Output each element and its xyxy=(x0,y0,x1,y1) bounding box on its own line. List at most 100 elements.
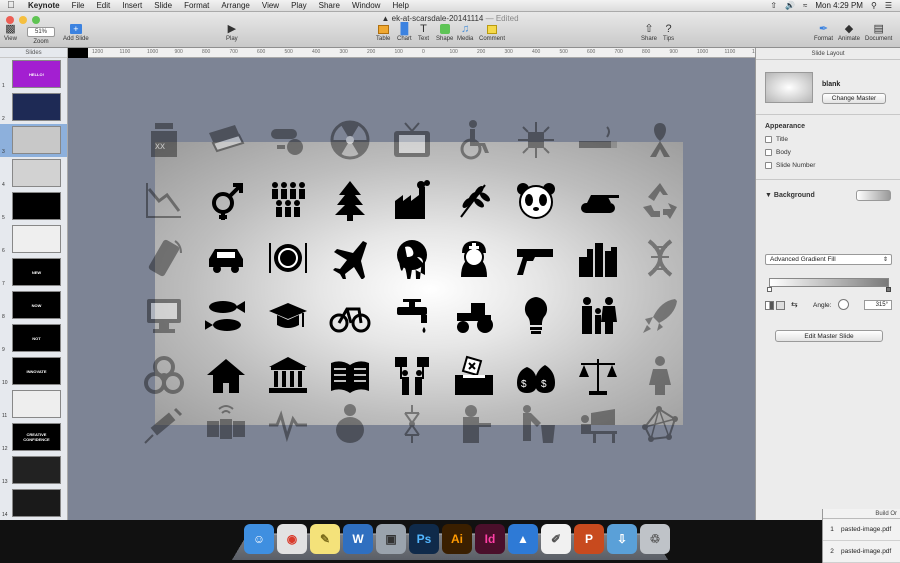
slide-thumbnail[interactable]: HELLO! xyxy=(12,60,61,88)
apple-menu-icon[interactable]:  xyxy=(0,0,22,11)
slide-thumbnail-row[interactable]: 9 NOT xyxy=(0,322,67,355)
circuit-chip-icon[interactable] xyxy=(514,118,558,162)
slide-thumbnail[interactable] xyxy=(12,489,61,517)
edit-master-slide-button[interactable]: Edit Master Slide xyxy=(775,330,883,342)
dock-powerpoint-icon[interactable]: P xyxy=(574,524,604,554)
slide-number-checkbox[interactable]: Slide Number xyxy=(765,162,815,169)
menu-slide[interactable]: Slide xyxy=(148,0,178,12)
airplane-icon[interactable] xyxy=(328,236,372,280)
zoom-control[interactable]: 51% Zoom xyxy=(27,25,55,45)
tips-button[interactable]: ? Tips xyxy=(663,22,674,42)
list-icon[interactable]: ☰ xyxy=(885,1,892,10)
angle-input[interactable]: 315° xyxy=(864,300,892,310)
desk-worker-icon[interactable] xyxy=(576,402,620,446)
computer-icon[interactable] xyxy=(142,294,186,338)
slide-thumbnail[interactable] xyxy=(12,93,61,121)
background-heading[interactable]: ▼ Background xyxy=(765,192,815,199)
play-button[interactable]: ▶ Play xyxy=(226,22,238,42)
slide-thumbnail[interactable]: NOT xyxy=(12,324,61,352)
gradient-flip-icon[interactable] xyxy=(776,301,785,310)
dock-downloads-icon[interactable]: ⇩ xyxy=(607,524,637,554)
body-checkbox[interactable]: Body xyxy=(765,149,791,156)
tank-icon[interactable] xyxy=(576,178,620,222)
money-bags-icon[interactable]: $ $ xyxy=(514,354,558,398)
menu-insert[interactable]: Insert xyxy=(116,0,148,12)
slide-thumbnail[interactable] xyxy=(12,456,61,484)
faucet-icon[interactable] xyxy=(390,294,434,338)
newspaper-icon[interactable] xyxy=(204,118,248,162)
protest-icon[interactable] xyxy=(390,354,434,398)
melting-earth-icon[interactable] xyxy=(390,236,434,280)
slide-thumbnail[interactable] xyxy=(12,192,61,220)
heartbeat-icon[interactable] xyxy=(266,402,310,446)
share-button[interactable]: ⇧ Share xyxy=(641,22,657,42)
menu-help[interactable]: Help xyxy=(386,0,414,12)
family-icon[interactable] xyxy=(576,294,620,338)
layout-thumbnail[interactable] xyxy=(765,72,813,103)
zoom-value[interactable]: 51% xyxy=(27,27,55,37)
change-master-button[interactable]: Change Master xyxy=(822,93,886,104)
gender-icon[interactable] xyxy=(204,178,248,222)
slide-thumbnail-row[interactable]: 1 HELLO! xyxy=(0,58,67,91)
text-button[interactable]: T Text xyxy=(418,22,429,42)
panda-icon[interactable] xyxy=(514,178,558,222)
slide-thumbnail-row[interactable]: 7 NEW xyxy=(0,256,67,289)
dock-finder-icon[interactable]: ☺ xyxy=(244,524,274,554)
checkbox-box[interactable] xyxy=(765,136,772,143)
add-slide-button[interactable]: + Add Slide xyxy=(63,22,89,42)
menu-view[interactable]: View xyxy=(256,0,285,12)
search-icon[interactable]: ⚲ xyxy=(871,1,877,10)
angle-dial[interactable] xyxy=(838,299,849,310)
dock-textedit-icon[interactable]: ✐ xyxy=(541,524,571,554)
background-color-well[interactable] xyxy=(856,190,891,201)
rocket-icon[interactable] xyxy=(638,294,682,338)
pills-icon[interactable] xyxy=(266,118,310,162)
graduation-cap-icon[interactable] xyxy=(266,294,310,338)
wheat-icon[interactable] xyxy=(452,178,496,222)
wheelchair-icon[interactable] xyxy=(452,118,496,162)
scales-icon[interactable] xyxy=(576,354,620,398)
menu-window[interactable]: Window xyxy=(346,0,386,12)
dock-indesign-icon[interactable]: Id xyxy=(475,524,505,554)
lightbulb-icon[interactable] xyxy=(514,294,558,338)
recycle-icon[interactable] xyxy=(638,178,682,222)
dock-illustrator-icon[interactable]: Ai xyxy=(442,524,472,554)
slide-thumbnail-row[interactable]: 14 xyxy=(0,487,67,520)
gradient-slider[interactable] xyxy=(769,278,889,287)
dna-icon[interactable] xyxy=(638,236,682,280)
slide-thumbnail-row[interactable]: 11 xyxy=(0,388,67,421)
slide-thumbnail[interactable] xyxy=(12,126,61,154)
cigarette-icon[interactable] xyxy=(576,118,620,162)
animate-button[interactable]: ◆ Animate xyxy=(838,22,860,42)
book-icon[interactable] xyxy=(328,354,372,398)
slide-thumbnail-row[interactable]: 10 INNOVATE xyxy=(0,355,67,388)
table-button[interactable]: Table xyxy=(376,22,390,42)
dock-trash-icon[interactable]: ♲ xyxy=(640,524,670,554)
menu-app-name[interactable]: Keynote xyxy=(22,0,66,12)
crowd-icon[interactable] xyxy=(266,178,310,222)
wifi-icon[interactable]: ≈ xyxy=(803,1,807,10)
worker-icon[interactable] xyxy=(452,402,496,446)
dock-keynote-icon[interactable]: ▲ xyxy=(508,524,538,554)
checkbox-box[interactable] xyxy=(765,149,772,156)
slide-thumbnail[interactable]: CREATIVE CONFIDENCE xyxy=(12,423,61,451)
slide-thumbnail-row[interactable]: 6 xyxy=(0,223,67,256)
dock-stickies-icon[interactable]: ✎ xyxy=(310,524,340,554)
slide-thumbnail[interactable] xyxy=(12,225,61,253)
menu-share[interactable]: Share xyxy=(313,0,346,12)
comment-button[interactable]: Comment xyxy=(479,22,505,42)
bicycle-icon[interactable] xyxy=(328,294,372,338)
format-button[interactable]: ✒ Format xyxy=(814,22,833,42)
slide-thumbnail-row[interactable]: 5 xyxy=(0,190,67,223)
syringe-icon[interactable] xyxy=(142,402,186,446)
dock-preview-icon[interactable]: ▣ xyxy=(376,524,406,554)
tractor-icon[interactable] xyxy=(452,294,496,338)
checkbox-box[interactable] xyxy=(765,162,772,169)
ballot-box-icon[interactable] xyxy=(452,354,496,398)
house-icon[interactable] xyxy=(204,354,248,398)
bank-icon[interactable] xyxy=(266,354,310,398)
car-icon[interactable] xyxy=(204,236,248,280)
build-order-row[interactable]: 1 pasted-image.pdf xyxy=(823,519,900,541)
build-order-row[interactable]: 2 pasted-image.pdf xyxy=(823,541,900,563)
slide-thumbnail[interactable]: NEW xyxy=(12,258,61,286)
